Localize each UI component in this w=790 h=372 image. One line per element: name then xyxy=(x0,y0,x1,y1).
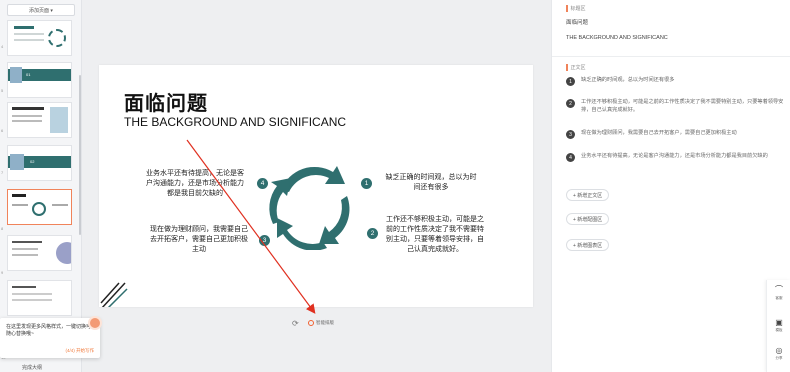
smart-layout-label: 智能排版 xyxy=(316,320,334,325)
style-tip-card: 在这里发现更多风格样式，一键切换可随心替换哦~ (4/4) 开始写作 xyxy=(0,318,100,358)
thumbnail-number: 8 xyxy=(1,226,4,231)
add-chart-button[interactable]: + 新增图表区 xyxy=(566,239,610,251)
slide-title[interactable]: 面临问题 xyxy=(124,87,208,116)
slide-thumbnail[interactable]: 01 xyxy=(7,62,72,98)
add-image-button[interactable]: + 新增配图区 xyxy=(566,213,610,225)
slide-thumbnail[interactable]: 02 xyxy=(7,145,72,181)
smart-layout-button[interactable]: 智能排版 xyxy=(308,318,334,328)
thumbnail-section-number: 01 xyxy=(26,72,31,77)
thumbnail-number: 5 xyxy=(1,88,4,93)
slide-thumbnail-selected[interactable] xyxy=(7,189,72,225)
tip-text: 在这里发现更多风格样式，一键切换可随心替换哦~ xyxy=(6,324,92,337)
point-3-badge-left: 3 xyxy=(259,235,270,246)
thumbnail-number: 7 xyxy=(1,170,4,175)
point-2-badge: 2 xyxy=(367,228,378,239)
item-text[interactable]: 工作还不够积极主动，可能是之前的工作性质决定了我不需要特别主动，只要等着领导安排… xyxy=(581,98,786,114)
thumbnail-number: 4 xyxy=(1,44,4,49)
point-4-text[interactable]: 业务水平还有待提高，无论是客户沟通能力，还是市场分析能力都是我目前欠缺的 xyxy=(145,169,245,199)
title-section-label: 标题区 xyxy=(566,5,586,12)
thumbnail-number: 6 xyxy=(1,128,4,133)
slide-thumbnail[interactable] xyxy=(7,102,72,138)
decor-lines xyxy=(100,282,128,307)
item-number-badge: 2 xyxy=(566,99,575,108)
tip-start-link[interactable]: (4/4) 开始写作 xyxy=(65,348,94,354)
item-number-badge: 1 xyxy=(566,77,575,86)
thumbnail-number: 9 xyxy=(1,270,4,275)
point-4-badge-left: 4 xyxy=(257,178,268,189)
template-icon[interactable]: ▣ 模板 xyxy=(767,318,790,333)
add-page-button[interactable]: 添加页面 ▾ xyxy=(7,4,75,16)
body-item[interactable]: 4 业务水平还有待提高，无论是客户沟通能力，还是市场分析能力都是我目前欠缺的 xyxy=(566,152,786,162)
item-text[interactable]: 缺乏正确的时间观，总以为时间还有很多 xyxy=(581,76,674,86)
slide-canvas[interactable]: 面临问题 THE BACKGROUND AND SIGNIFICANC 4 3 … xyxy=(99,65,533,307)
smart-layout-icon xyxy=(308,320,314,326)
title-field[interactable]: 面临问题 xyxy=(566,18,588,26)
section-divider xyxy=(552,56,790,57)
thumbnail-section-number: 02 xyxy=(30,159,35,164)
body-item[interactable]: 3 现在做为理财顾问，我需要自己去开拓客户，需要自己更加积极主动 xyxy=(566,129,786,139)
refresh-icon[interactable]: ⟳ xyxy=(292,318,299,328)
properties-panel: 标题区 面临问题 THE BACKGROUND AND SIGNIFICANC … xyxy=(551,0,790,372)
point-2-text[interactable]: 工作还不够积极主动，可能是之前的工作性质决定了我不需要特别主动，只要等着领导安排… xyxy=(385,215,485,255)
body-section-label: 正文区 xyxy=(566,64,586,71)
item-text[interactable]: 现在做为理财顾问，我需要自己去开拓客户，需要自己更加积极主动 xyxy=(581,129,737,139)
app: 添加页面 ▾ 4 01 5 6 02 7 8 9 在这里发现更多风格样式，一键切… xyxy=(0,0,790,372)
floating-toolbar: ⌒ 客服 ▣ 模板 ◎ 分享 xyxy=(766,280,790,372)
thumbnail-scrollbar[interactable] xyxy=(79,75,81,235)
body-item[interactable]: 2 工作还不够积极主动，可能是之前的工作性质决定了我不需要特别主动，只要等着领导… xyxy=(566,98,786,114)
outline-mode-label[interactable]: 完成大纲 xyxy=(22,364,42,371)
point-3-text[interactable]: 现在做为理财顾问，我需要自己去开拓客户，需要自己更加积极主动 xyxy=(149,225,249,255)
body-item[interactable]: 1 缺乏正确的时间观，总以为时间还有很多 xyxy=(566,76,786,86)
item-number-badge: 4 xyxy=(566,153,575,162)
add-body-button[interactable]: + 新增正文区 xyxy=(566,189,610,201)
slide-subtitle[interactable]: THE BACKGROUND AND SIGNIFICANC xyxy=(124,115,346,129)
slide-thumbnail[interactable] xyxy=(7,280,72,316)
slide-thumbnail[interactable] xyxy=(7,20,72,56)
point-1-text[interactable]: 缺乏正确的时间观，总以为时间还有很多 xyxy=(385,173,477,193)
slide-thumbnail[interactable] xyxy=(7,235,72,271)
point-1-badge: 1 xyxy=(361,178,372,189)
slide-thumbnail-panel: 添加页面 ▾ 4 01 5 6 02 7 8 9 xyxy=(0,0,82,372)
item-text[interactable]: 业务水平还有待提高，无论是客户沟通能力，还是市场分析能力都是我目前欠缺的 xyxy=(581,152,768,162)
subtitle-field[interactable]: THE BACKGROUND AND SIGNIFICANC xyxy=(566,35,668,41)
headset-icon[interactable]: ⌒ 客服 xyxy=(767,284,790,301)
share-icon[interactable]: ◎ 分享 xyxy=(767,346,790,361)
cycle-diagram xyxy=(269,166,350,250)
assistant-avatar[interactable] xyxy=(88,316,102,330)
item-number-badge: 3 xyxy=(566,130,575,139)
